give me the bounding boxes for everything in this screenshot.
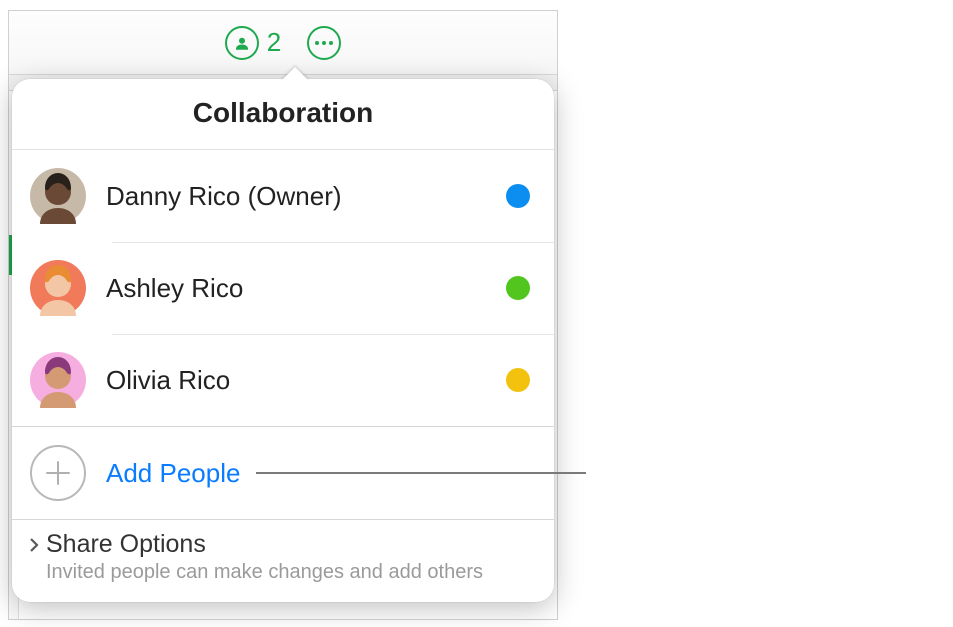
share-options-title: Share Options [46, 530, 206, 559]
participant-name: Olivia Rico [106, 365, 486, 396]
presence-dot [506, 184, 530, 208]
add-people-label: Add People [106, 458, 240, 489]
people-count: 2 [267, 27, 281, 58]
avatar [30, 352, 86, 408]
popover-title: Collaboration [12, 79, 554, 150]
participant-list: Danny Rico (Owner) Ashley Rico Olivia Rico [12, 150, 554, 426]
participant-row[interactable]: Olivia Rico [12, 334, 554, 426]
presence-dot [506, 368, 530, 392]
avatar [30, 260, 86, 316]
collaboration-toolbar-button[interactable]: 2 [225, 26, 281, 60]
presence-dot [506, 276, 530, 300]
app-window: 2 Collaboration Danny Rico (Owner) Ashley… [8, 10, 558, 620]
participant-name: Ashley Rico [106, 273, 486, 304]
avatar [30, 168, 86, 224]
more-toolbar-button[interactable] [307, 26, 341, 60]
row-separator [112, 242, 554, 243]
people-icon [225, 26, 259, 60]
participant-row[interactable]: Ashley Rico [12, 242, 554, 334]
more-icon [315, 41, 333, 45]
callout-line [256, 472, 586, 474]
share-options-button[interactable]: Share Options Invited people can make ch… [12, 520, 554, 602]
row-separator [112, 334, 554, 335]
participant-row[interactable]: Danny Rico (Owner) [12, 150, 554, 242]
chevron-right-icon [26, 537, 42, 553]
popover-arrow [281, 67, 309, 81]
toolbar: 2 [9, 11, 557, 75]
collaboration-popover: Collaboration Danny Rico (Owner) Ashley R… [12, 79, 554, 602]
share-options-subtitle: Invited people can make changes and add … [46, 561, 536, 584]
participant-name: Danny Rico (Owner) [106, 181, 486, 212]
plus-icon [30, 445, 86, 501]
